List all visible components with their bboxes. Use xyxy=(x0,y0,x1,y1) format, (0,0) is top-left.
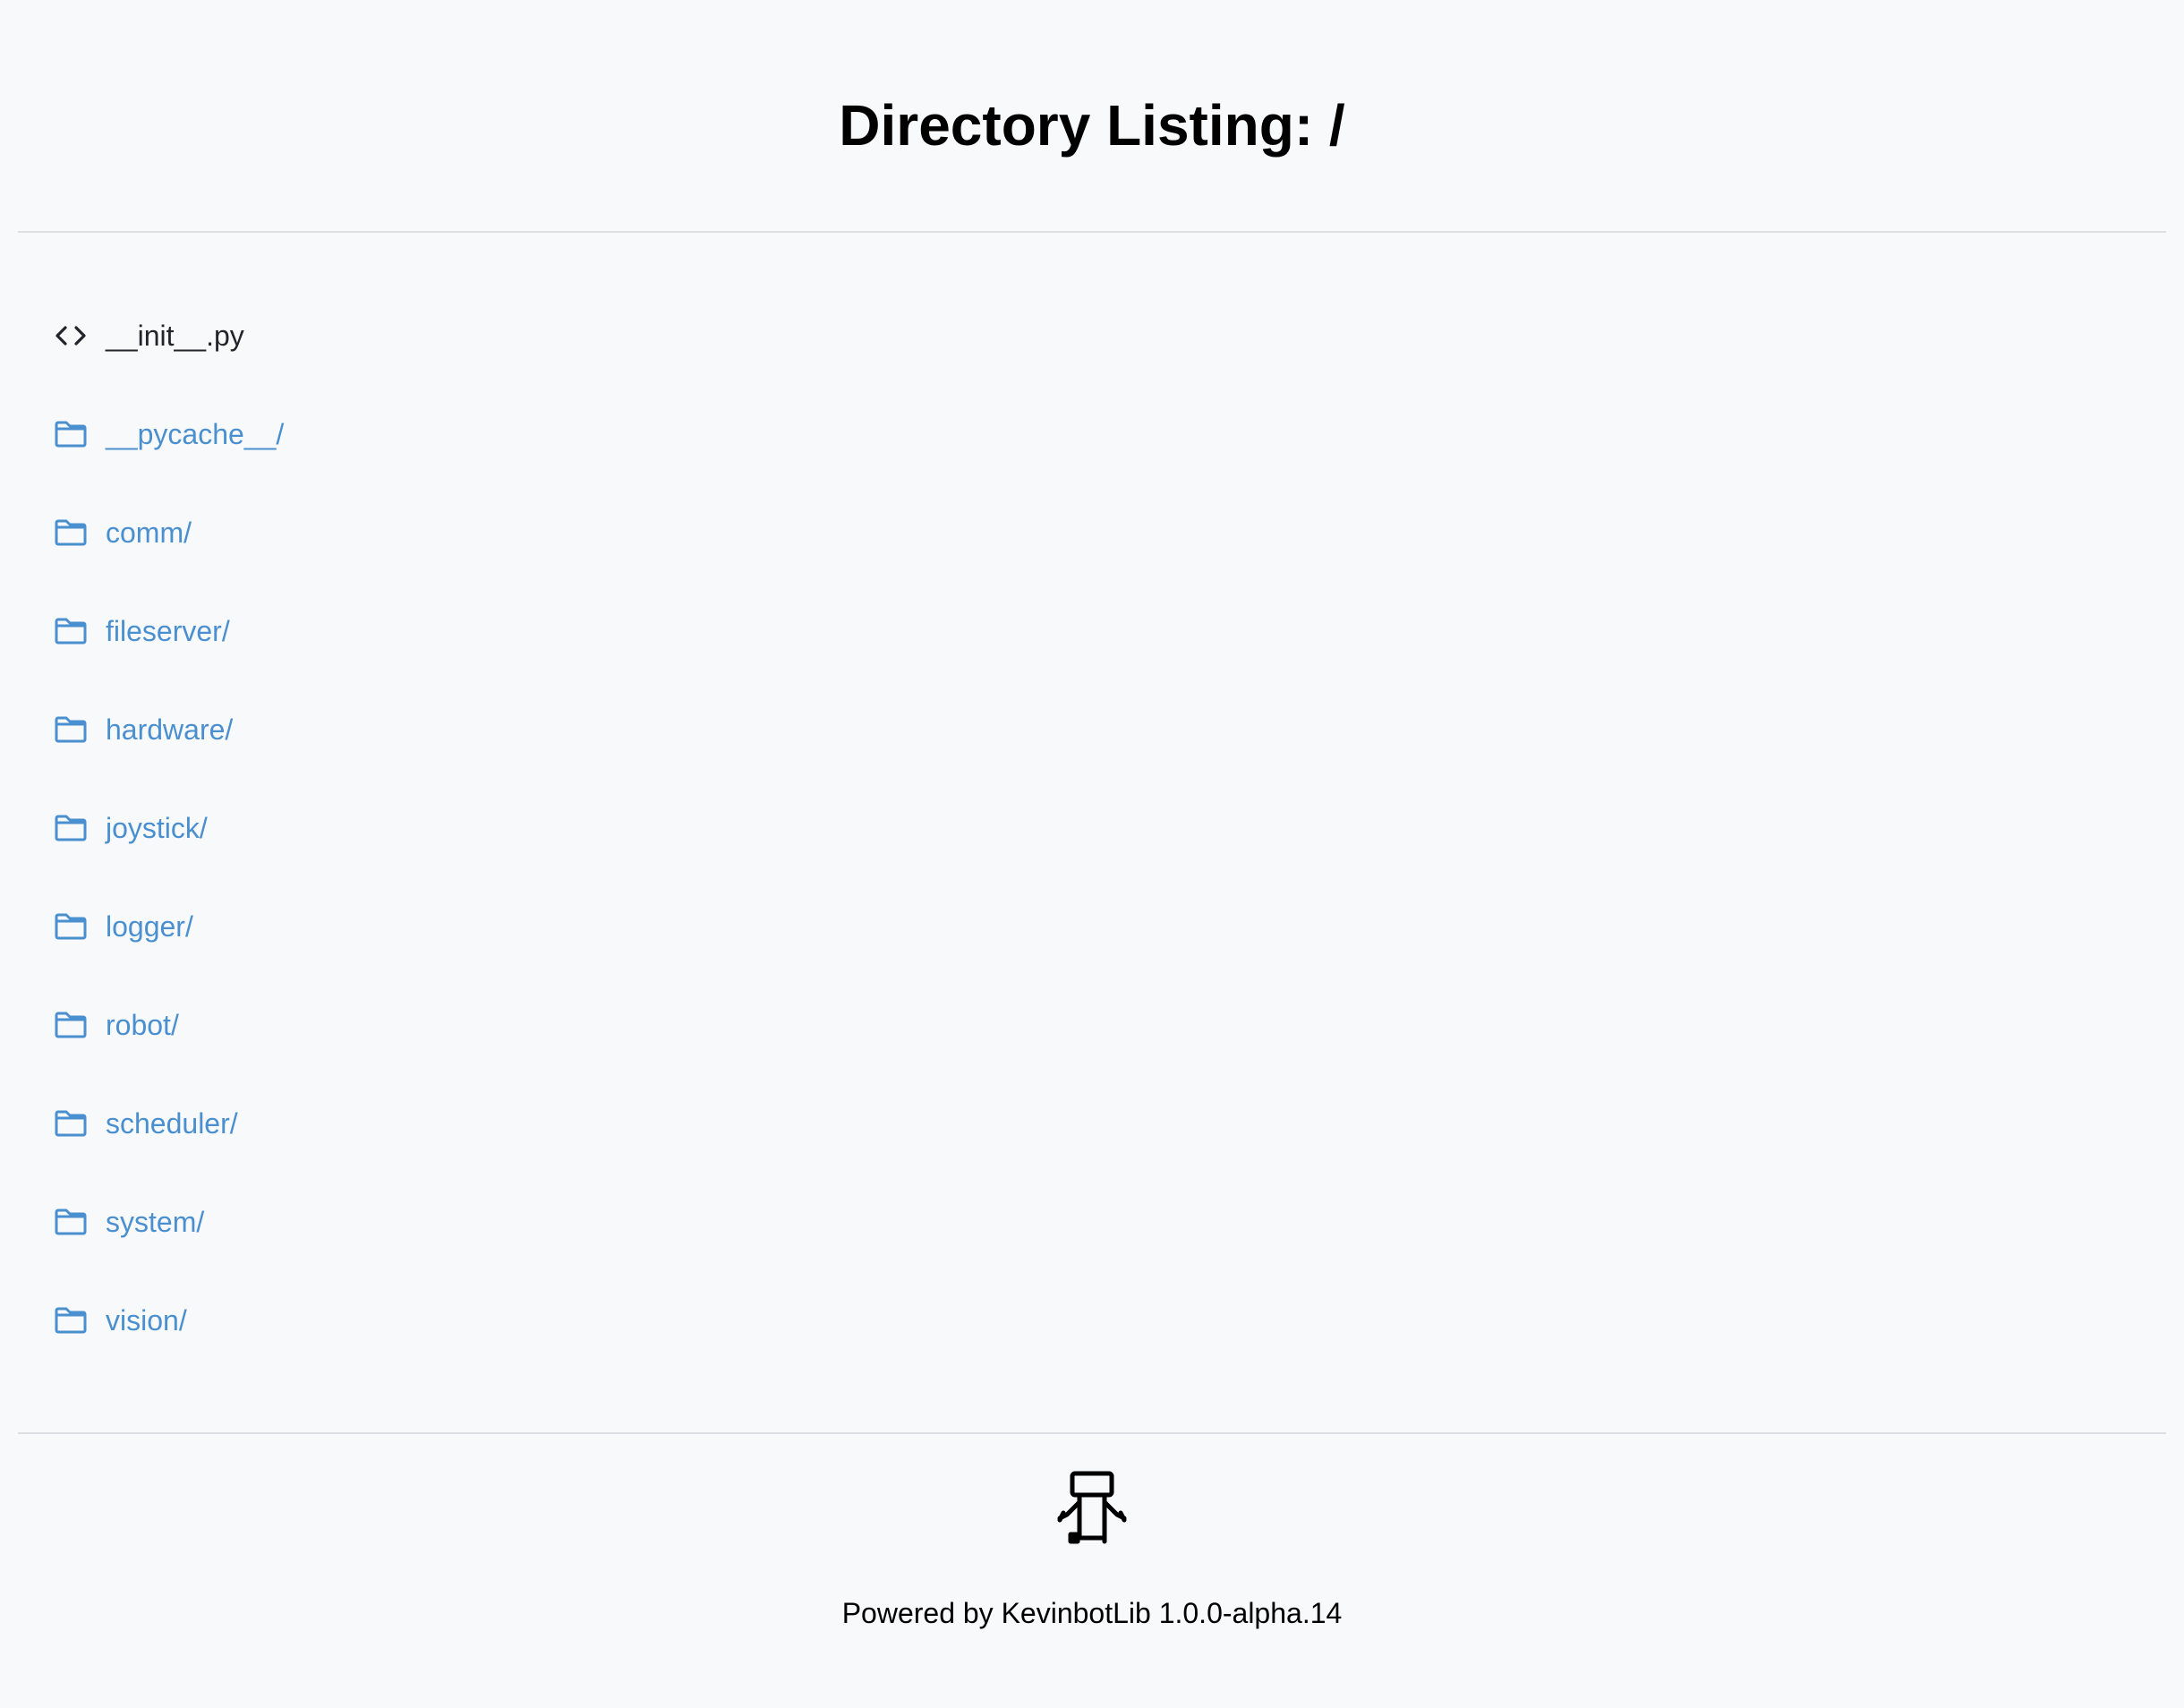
directory-link[interactable]: vision/ xyxy=(106,1302,187,1338)
file-name: __init__.py xyxy=(106,320,244,352)
folder-icon xyxy=(54,614,88,648)
directory-link[interactable]: hardware/ xyxy=(106,712,233,747)
directory-link[interactable]: fileserver/ xyxy=(106,613,230,649)
folder-icon xyxy=(54,1303,88,1337)
directory-link[interactable]: comm/ xyxy=(106,515,192,551)
code-icon xyxy=(54,319,88,353)
directory-entry: vision/ xyxy=(54,1271,284,1370)
directory-entry: logger/ xyxy=(54,877,284,976)
page-title: Directory Listing: / xyxy=(839,93,1345,158)
page-header: Directory Listing: / xyxy=(18,0,2166,233)
directory-entry: __pycache__/ xyxy=(54,385,284,483)
folder-icon xyxy=(54,713,88,747)
directory-link[interactable]: robot/ xyxy=(106,1007,179,1043)
folder-icon xyxy=(54,417,88,451)
folder-icon xyxy=(54,516,88,550)
directory-entry: fileserver/ xyxy=(54,582,284,680)
directory-link[interactable]: system/ xyxy=(106,1204,204,1240)
directory-link[interactable]: joystick/ xyxy=(106,810,208,846)
directory-entry: hardware/ xyxy=(54,680,284,779)
folder-icon xyxy=(54,910,88,944)
directory-link[interactable]: __pycache__/ xyxy=(106,416,284,452)
page-footer: Powered by KevinbotLib 1.0.0-alpha.14 xyxy=(18,1432,2166,1703)
file-entry: __init__.py xyxy=(54,286,284,385)
directory-entry: system/ xyxy=(54,1173,284,1271)
directory-entry: scheduler/ xyxy=(54,1074,284,1173)
directory-entry: comm/ xyxy=(54,483,284,582)
directory-link[interactable]: logger/ xyxy=(106,909,193,944)
directory-listing: __init__.py __pycache__/ comm/fileserver/h… xyxy=(54,286,284,1370)
folder-icon xyxy=(54,1106,88,1140)
directory-entry: robot/ xyxy=(54,976,284,1074)
powered-by-text: Powered by KevinbotLib 1.0.0-alpha.14 xyxy=(841,1597,1343,1629)
folder-icon xyxy=(54,811,88,845)
directory-entry: joystick/ xyxy=(54,779,284,877)
directory-link[interactable]: scheduler/ xyxy=(106,1106,238,1141)
robot-logo-icon xyxy=(1054,1470,1130,1545)
folder-icon xyxy=(54,1008,88,1042)
folder-icon xyxy=(54,1205,88,1239)
